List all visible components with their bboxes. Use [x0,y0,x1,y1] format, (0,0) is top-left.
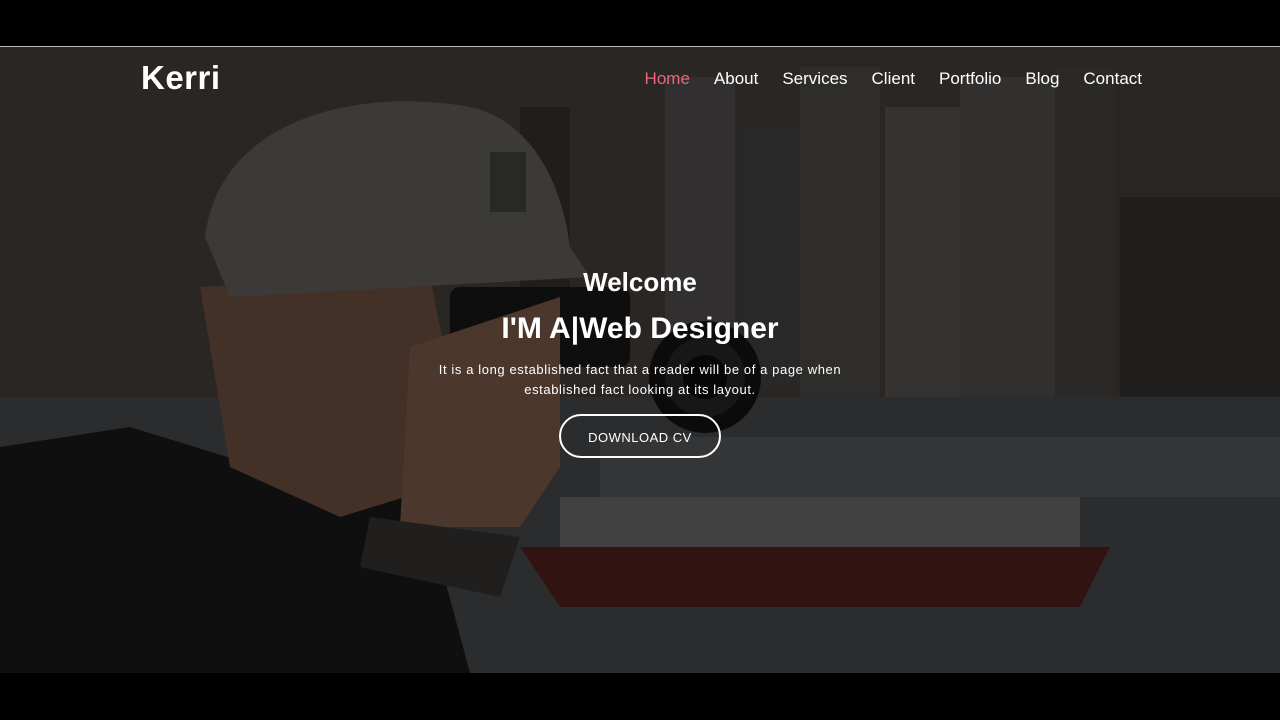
letterbox-bottom [0,673,1280,720]
hero-content: Welcome I'M A|Web Designer It is a long … [0,267,1280,458]
main-nav: Home About Services Client Portfolio Blo… [621,69,1142,89]
hero-description: It is a long established fact that a rea… [438,362,842,397]
hero-headline: I'M A|Web Designer [501,312,779,345]
site-logo[interactable]: Kerri [141,59,221,97]
nav-item-about[interactable]: About [714,69,758,89]
nav-item-contact[interactable]: Contact [1083,69,1142,89]
download-cv-button[interactable]: DOWNLOAD CV [559,414,721,458]
hero-section: Kerri Home About Services Client Portfol… [0,47,1280,673]
nav-item-portfolio[interactable]: Portfolio [939,69,1001,89]
letterbox-top [0,0,1280,46]
nav-item-client[interactable]: Client [872,69,915,89]
hero-welcome: Welcome [583,267,697,297]
nav-item-services[interactable]: Services [782,69,847,89]
nav-item-home[interactable]: Home [645,69,690,89]
nav-item-blog[interactable]: Blog [1025,69,1059,89]
